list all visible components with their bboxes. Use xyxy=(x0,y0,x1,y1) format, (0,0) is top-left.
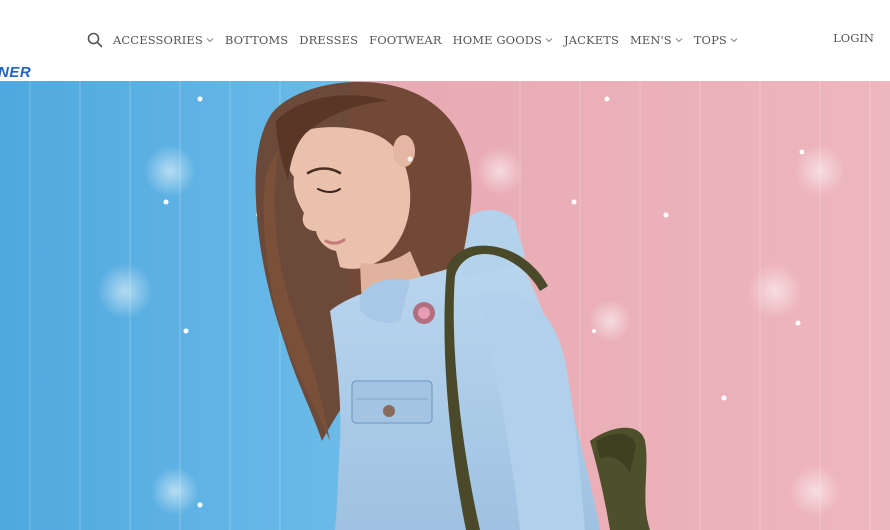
nav-item-mens[interactable]: MEN'S xyxy=(630,33,683,47)
chevron-down-icon xyxy=(206,38,214,43)
search-icon[interactable] xyxy=(87,32,103,48)
main-nav: ACCESSORIES BOTTOMS DRESSES FOOTWEAR HOM… xyxy=(113,31,749,49)
nav-item-tops[interactable]: TOPS xyxy=(694,33,738,47)
nav-item-label: BOTTOMS xyxy=(224,33,289,47)
nav-item-label: DRESSES xyxy=(299,33,359,47)
nav-item-jackets[interactable]: JACKETS xyxy=(564,33,619,47)
nav-item-label: ACCESSORIES xyxy=(113,33,203,47)
nav-item-home-goods[interactable]: HOME GOODS xyxy=(453,33,553,47)
site-header: NER ACCESSORIES BOTTOMS DRESSES FOOTWEAR… xyxy=(0,0,890,81)
chevron-down-icon xyxy=(730,38,738,43)
nav-item-accessories[interactable]: ACCESSORIES xyxy=(113,33,214,47)
nav-item-label: TOPS xyxy=(693,33,727,47)
nav-item-footwear[interactable]: FOOTWEAR xyxy=(369,33,441,47)
hero-image xyxy=(0,81,890,530)
hero-banner xyxy=(0,81,890,530)
nav-item-label: JACKETS xyxy=(564,33,619,47)
nav-item-dresses[interactable]: DRESSES xyxy=(299,33,358,47)
nav-item-label: MEN'S xyxy=(629,33,672,47)
chevron-down-icon xyxy=(545,38,553,43)
nav-item-bottoms[interactable]: BOTTOMS xyxy=(225,33,288,47)
nav-item-label: FOOTWEAR xyxy=(369,33,442,47)
login-link[interactable]: LOGIN xyxy=(833,31,874,45)
brand-logo[interactable]: NER xyxy=(0,64,31,81)
chevron-down-icon xyxy=(675,38,683,43)
nav-item-label: HOME GOODS xyxy=(452,33,543,47)
